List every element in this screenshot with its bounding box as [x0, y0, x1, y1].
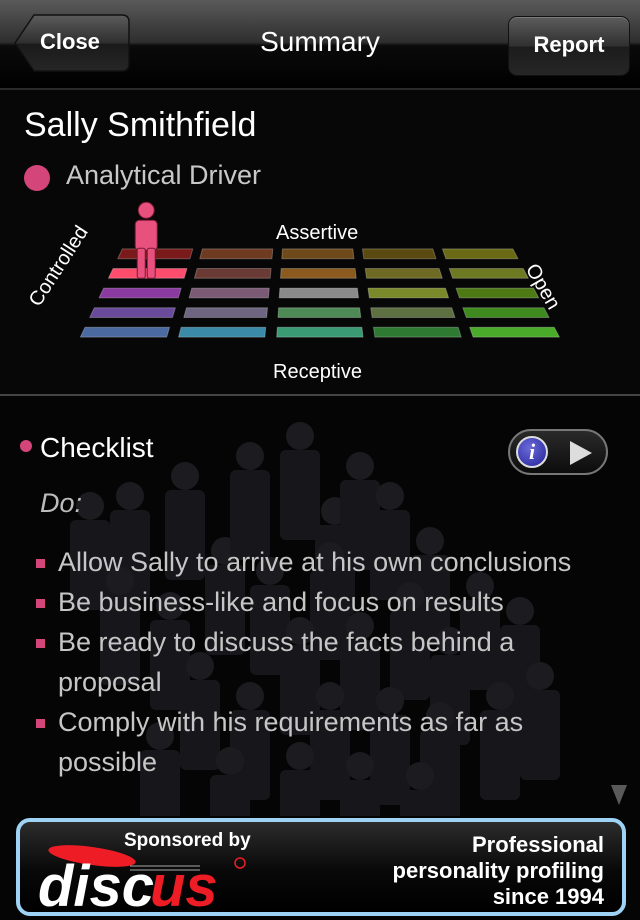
- axis-label-receptive: Receptive: [273, 361, 362, 383]
- report-label: Report: [533, 32, 605, 57]
- checklist-title: Checklist: [40, 432, 154, 463]
- grid-tile: [462, 307, 550, 318]
- tagline-line: personality profiling: [392, 858, 604, 883]
- grid-tile: [188, 287, 270, 299]
- grid-tile: [89, 307, 176, 318]
- report-button[interactable]: Report: [508, 16, 630, 76]
- list-item: Be ready to discuss the facts behind a p…: [36, 622, 596, 702]
- registered-mark-icon: [234, 857, 246, 869]
- grid-tile: [448, 268, 529, 279]
- grid-tile: [280, 268, 357, 279]
- grid-tile: [79, 326, 171, 338]
- play-icon[interactable]: [570, 441, 592, 465]
- section-bullet-icon: [20, 440, 32, 452]
- checklist-items: Allow Sally to arrive at his own conclus…: [36, 542, 596, 782]
- style-color-dot: [24, 165, 50, 191]
- do-subtitle: Do:: [40, 488, 83, 518]
- grid-tile: [469, 326, 560, 338]
- grid-tile: [281, 248, 355, 260]
- navigation-bar: Close Summary Report: [0, 0, 640, 90]
- list-item: Be business-like and focus on results: [36, 582, 596, 622]
- scroll-down-indicator-icon[interactable]: [611, 785, 627, 805]
- tagline-line: since 1994: [492, 884, 604, 909]
- grid-tile: [367, 287, 450, 299]
- list-item-text: Be ready to discuss the facts behind a p…: [58, 627, 515, 697]
- axis-label-assertive: Assertive: [276, 222, 359, 244]
- grid-tile: [98, 287, 182, 299]
- square-bullet-icon: [36, 719, 45, 728]
- sponsored-by-label: Sponsored by: [124, 830, 251, 851]
- grid-tile: [361, 248, 437, 260]
- list-item-text: Be business-like and focus on results: [58, 587, 504, 617]
- grid-tile: [177, 326, 267, 338]
- grid-tile: [364, 268, 443, 279]
- info-play-button[interactable]: i: [508, 429, 608, 475]
- logo-text-white: disc: [38, 854, 154, 910]
- person-name: Sally Smithfield: [24, 106, 257, 144]
- crowd-figure: [280, 422, 320, 540]
- grid-tile: [370, 307, 456, 318]
- sponsor-banner[interactable]: disc us Sponsored by Professional person…: [16, 818, 626, 916]
- logo-text-red: us: [150, 854, 218, 910]
- style-label: Analytical Driver: [66, 160, 262, 190]
- list-item-text: Allow Sally to arrive at his own conclus…: [58, 547, 572, 577]
- grid-tile: [278, 287, 360, 299]
- grid-tile: [277, 307, 362, 318]
- list-item: Comply with his requirements as far as p…: [36, 702, 596, 782]
- grid-tile: [183, 307, 269, 318]
- sponsor-tagline: Professional personality profiling since…: [393, 832, 604, 910]
- square-bullet-icon: [36, 639, 45, 648]
- checklist-panel: Checklist i Do: Allow Sally to arrive at…: [0, 396, 640, 816]
- grid-tile: [372, 326, 462, 338]
- grid-tile: [455, 287, 540, 299]
- tagline-line: Professional: [471, 832, 604, 857]
- list-item-text: Comply with his requirements as far as p…: [58, 707, 524, 777]
- grid-tile: [193, 268, 272, 279]
- square-bullet-icon: [36, 559, 45, 568]
- square-bullet-icon: [36, 599, 45, 608]
- grid-tile: [276, 326, 364, 338]
- person-marker-icon: [134, 201, 158, 279]
- list-item: Allow Sally to arrive at his own conclus…: [36, 542, 596, 582]
- profile-panel: Sally Smithfield Analytical Driver Asser…: [0, 90, 640, 396]
- info-icon[interactable]: i: [516, 436, 548, 468]
- grid-tile: [199, 248, 274, 260]
- grid-tile: [441, 248, 519, 260]
